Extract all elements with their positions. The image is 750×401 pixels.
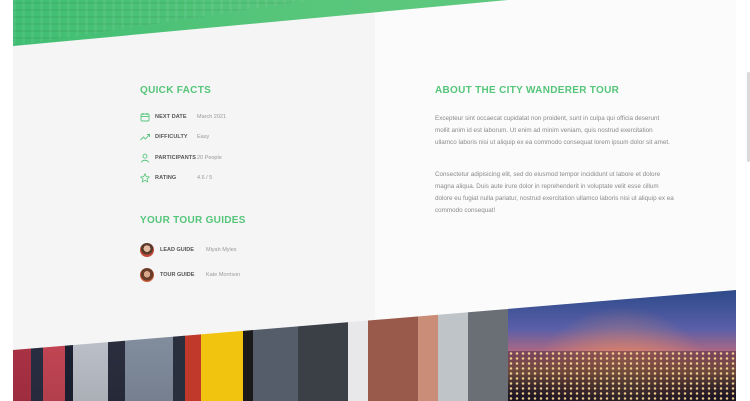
avatar	[140, 268, 154, 282]
fact-label: Difficulty	[155, 134, 188, 140]
guide-lead: Lead guide Miyah Myles	[140, 242, 237, 258]
fact-label: Participants	[155, 155, 197, 161]
avatar	[140, 243, 154, 257]
fact-next-date: Next date March 2021	[140, 111, 226, 123]
guide-tour: Tour guide Kate Morrison	[140, 267, 240, 283]
about-paragraph: Excepteur sint occaecat cupidatat non pr…	[435, 115, 670, 146]
about-paragraph: Consectetur adipisicing elit, sed do eiu…	[435, 171, 674, 214]
user-icon	[141, 153, 149, 163]
fact-label: Rating	[155, 175, 177, 181]
tour-picture	[508, 290, 736, 401]
fact-value: March 2021	[197, 114, 227, 120]
trending-up-icon	[140, 134, 150, 141]
fact-value: Easy	[197, 134, 210, 140]
city-lights	[508, 351, 736, 401]
fact-value: 20 People	[197, 155, 222, 161]
about-tour-heading: About the City Wanderer tour	[435, 85, 620, 96]
guide-name: Miyah Myles	[206, 247, 237, 253]
fact-label: Next date	[155, 114, 187, 120]
guide-role: Tour guide	[160, 272, 195, 278]
fact-value: 4.6 / 5	[197, 175, 213, 181]
guide-role: Lead guide	[160, 247, 194, 253]
tour-guides-heading: Your tour guides	[140, 215, 246, 226]
fact-participants: Participants 20 People	[140, 152, 222, 164]
star-icon	[140, 173, 150, 183]
guide-name: Kate Morrison	[206, 272, 241, 278]
fact-rating: Rating 4.6 / 5	[140, 172, 212, 184]
calendar-icon	[140, 113, 150, 122]
quick-facts-heading: Quick Facts	[140, 85, 212, 96]
fact-difficulty: Difficulty Easy	[140, 131, 209, 143]
